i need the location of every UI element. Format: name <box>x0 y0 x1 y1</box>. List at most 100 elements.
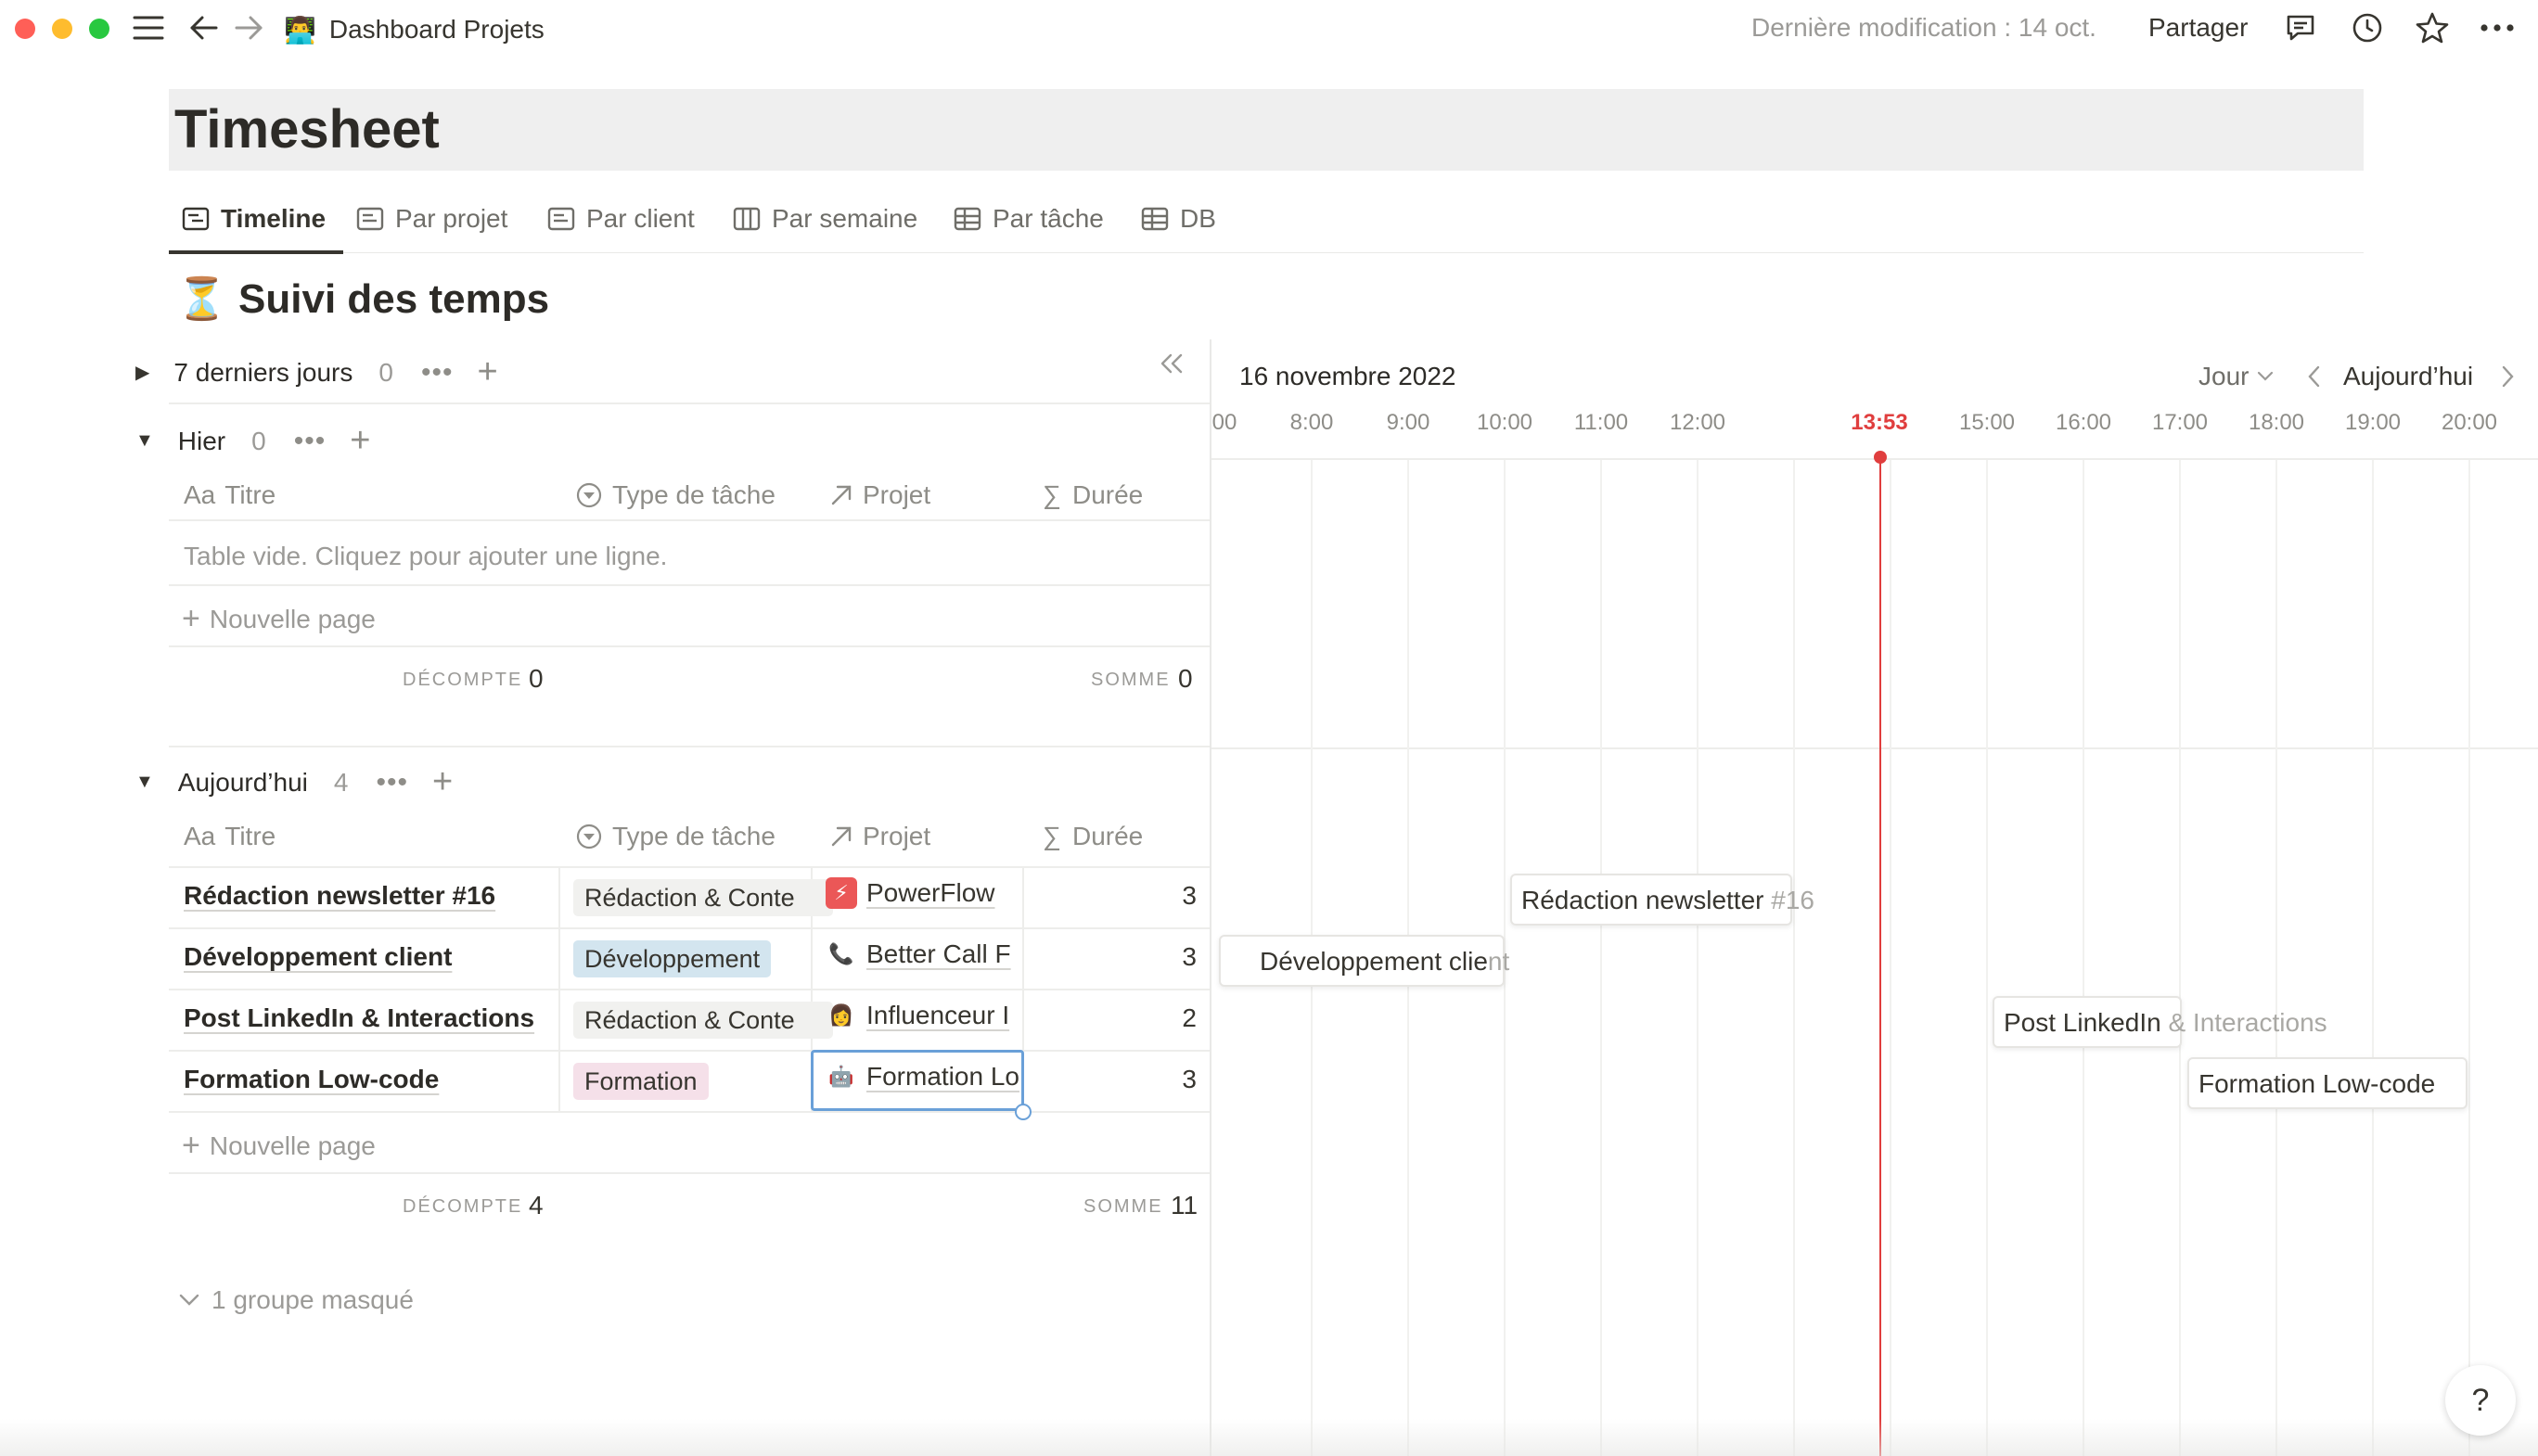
group-add-icon[interactable]: + <box>350 421 370 461</box>
more-options-icon[interactable] <box>2477 7 2518 48</box>
window-zoom-button[interactable] <box>89 19 109 39</box>
timeline-card[interactable]: Formation Low-code <box>2187 1057 2468 1109</box>
task-type-tag[interactable]: Rédaction & Conte <box>573 1002 833 1039</box>
group-more-icon[interactable]: ••• <box>421 357 454 389</box>
tab-timeline[interactable]: Timeline <box>182 198 326 239</box>
count-label: DÉCOMPTE <box>403 1196 523 1217</box>
cell-resize-handle[interactable] <box>1015 1104 1032 1120</box>
table-icon <box>1141 207 1169 231</box>
zoom-select[interactable]: Jour <box>2198 362 2275 391</box>
page-title[interactable]: Timesheet <box>169 89 2364 171</box>
count-value[interactable]: 4 <box>529 1191 544 1220</box>
duration-value[interactable]: 2 <box>1141 1003 1197 1033</box>
count-value[interactable]: 0 <box>529 664 544 694</box>
divider <box>169 402 1210 404</box>
column-projet-header[interactable]: Projet <box>829 822 930 851</box>
group-more-icon[interactable]: ••• <box>294 426 327 457</box>
column-type-header[interactable]: Type de tâche <box>575 480 776 510</box>
hour-gridline <box>2179 460 2181 1456</box>
timeline-icon <box>182 207 210 231</box>
tab-label: Timeline <box>221 204 327 233</box>
timeline-card[interactable]: Rédaction newsletter #16 <box>1510 874 1814 926</box>
collapsed-toggle-icon[interactable]: ▶ <box>135 361 149 384</box>
group-more-icon[interactable]: ••• <box>376 767 408 798</box>
row-title[interactable]: Rédaction newsletter #16 <box>184 881 495 911</box>
chevron-down-icon <box>179 1294 199 1306</box>
duration-value[interactable]: 3 <box>1141 881 1197 911</box>
tab-label: DB <box>1180 204 1216 233</box>
menu-icon[interactable] <box>128 7 169 48</box>
today-button[interactable]: Aujourd’hui <box>2343 362 2473 391</box>
project-link[interactable]: 🤖 Formation Lo <box>826 1061 1022 1092</box>
share-button[interactable]: Partager <box>2148 13 2248 43</box>
project-link[interactable]: 📞 Better Call F <box>826 939 1022 970</box>
timeline-card[interactable]: Développement client <box>1219 935 1509 987</box>
new-page-button[interactable]: + Nouvelle page <box>182 601 376 637</box>
tab-par-tache[interactable]: Par tâche <box>954 198 1104 239</box>
task-type-tag[interactable]: Développement <box>573 940 772 977</box>
new-page-label: Nouvelle page <box>209 1130 376 1160</box>
comments-icon[interactable] <box>2280 7 2321 48</box>
new-page-button[interactable]: + Nouvelle page <box>182 1128 376 1164</box>
sum-label: SOMME <box>1091 670 1171 690</box>
group-last7-header[interactable]: ▶ 7 derniers jours 0 ••• + <box>135 352 498 392</box>
task-type-tag[interactable]: Formation <box>573 1063 709 1100</box>
empty-table-text[interactable]: Table vide. Cliquez pour ajouter une lig… <box>184 542 667 571</box>
collapse-left-icon[interactable] <box>1158 352 1186 379</box>
sum-label: SOMME <box>1083 1196 1163 1217</box>
history-icon[interactable] <box>2347 7 2388 48</box>
hour-label: 16:00 <box>2055 410 2112 435</box>
tab-par-semaine[interactable]: Par semaine <box>733 198 917 239</box>
timeline-card[interactable]: Post LinkedIn & Interactions <box>1993 996 2327 1048</box>
tab-par-client[interactable]: Par client <box>547 198 695 239</box>
duration-value[interactable]: 3 <box>1141 942 1197 972</box>
sum-value[interactable]: 0 <box>1178 664 1193 694</box>
project-link[interactable]: ⚡ PowerFlow <box>826 877 1022 909</box>
group-add-icon[interactable]: + <box>432 762 453 802</box>
column-duree-header[interactable]: ∑ Durée <box>1043 480 1143 510</box>
tab-db[interactable]: DB <box>1141 198 1216 239</box>
text-type-icon: Aa <box>184 822 216 850</box>
breadcrumb[interactable]: 👨‍💻 Dashboard Projets <box>284 11 545 48</box>
group-label: 7 derniers jours <box>173 357 353 387</box>
card-title: Post LinkedIn <box>2004 1008 2169 1037</box>
row-title[interactable]: Développement client <box>184 942 452 972</box>
divider <box>169 1111 1210 1113</box>
window-minimize-button[interactable] <box>52 19 72 39</box>
project-link[interactable]: 👩 Influenceur I <box>826 1000 1022 1031</box>
column-titre-header[interactable]: Aa Titre <box>184 822 276 851</box>
row-title[interactable]: Post LinkedIn & Interactions <box>184 1003 534 1033</box>
next-period-icon[interactable] <box>2499 364 2516 394</box>
window-close-button[interactable] <box>15 19 35 39</box>
current-time-dot <box>1874 451 1887 464</box>
forward-icon[interactable] <box>228 7 269 48</box>
back-icon[interactable] <box>184 7 224 48</box>
tab-par-projet[interactable]: Par projet <box>356 198 507 239</box>
duration-value[interactable]: 3 <box>1141 1065 1197 1094</box>
tabs-divider <box>169 252 2364 253</box>
task-type-tag[interactable]: Rédaction & Conte <box>573 879 833 916</box>
plus-icon: + <box>182 601 200 636</box>
expanded-toggle-icon[interactable]: ▼ <box>135 772 154 793</box>
hidden-groups-toggle[interactable]: 1 groupe masqué <box>178 1285 414 1315</box>
group-today-header[interactable]: ▼ Aujourd’hui 4 ••• + <box>135 762 453 802</box>
expanded-toggle-icon[interactable]: ▼ <box>135 430 154 452</box>
column-type-header[interactable]: Type de tâche <box>575 822 776 851</box>
timeline-group-divider <box>1211 747 2538 749</box>
group-hier-header[interactable]: ▼ Hier 0 ••• + <box>135 421 370 461</box>
card-title-overflow: #16 <box>1771 886 1814 914</box>
group-add-icon[interactable]: + <box>477 352 497 392</box>
column-projet-header[interactable]: Projet <box>829 480 930 510</box>
section-title: Suivi des temps <box>238 276 550 322</box>
phone-icon: 📞 <box>828 942 854 965</box>
column-titre-header[interactable]: Aa Titre <box>184 480 276 510</box>
column-duree-header[interactable]: ∑ Durée <box>1043 822 1143 851</box>
favorite-star-icon[interactable] <box>2412 7 2453 48</box>
hour-gridline <box>1600 460 1602 1456</box>
column-divider <box>558 866 560 1111</box>
help-button[interactable]: ? <box>2445 1365 2516 1436</box>
sum-value[interactable]: 11 <box>1171 1191 1198 1220</box>
prev-period-icon[interactable] <box>2306 364 2323 394</box>
hour-gridline <box>2468 460 2470 1456</box>
row-title[interactable]: Formation Low-code <box>184 1065 439 1094</box>
